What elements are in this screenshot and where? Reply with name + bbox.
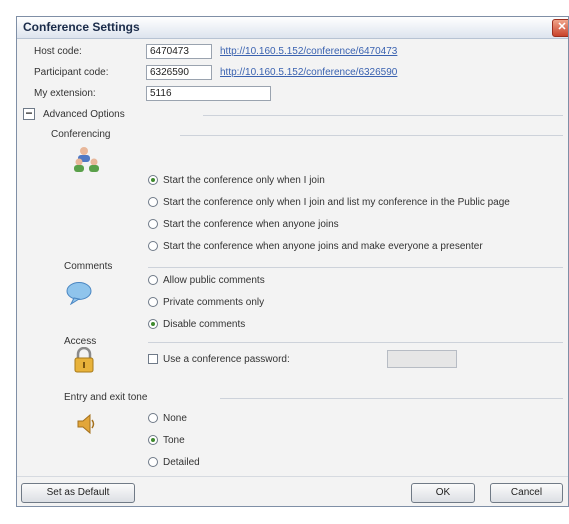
conferencing-heading: Conferencing — [51, 129, 111, 140]
close-icon: ✕ — [557, 21, 567, 33]
minus-icon: − — [25, 106, 33, 120]
comments-radio-2[interactable] — [148, 319, 158, 329]
conferencing-radio-2[interactable] — [148, 219, 158, 229]
conferencing-separator — [180, 135, 563, 136]
comments-separator — [148, 267, 563, 268]
extension-field[interactable]: 5116 — [146, 86, 271, 101]
participant-code-link[interactable]: http://10.160.5.152/conference/6326590 — [220, 67, 397, 78]
conferencing-radio-0[interactable] — [148, 175, 158, 185]
participant-code-label: Participant code: — [34, 67, 109, 78]
password-field[interactable] — [387, 350, 457, 368]
host-code-link[interactable]: http://10.160.5.152/conference/6470473 — [220, 46, 397, 57]
tone-radio-1[interactable] — [148, 435, 158, 445]
host-code-field[interactable]: 6470473 — [146, 44, 212, 59]
cancel-button[interactable]: Cancel — [490, 483, 563, 503]
tone-radio-0[interactable] — [148, 413, 158, 423]
footer-separator — [17, 476, 568, 477]
comments-option-label: Allow public comments — [163, 275, 265, 286]
title-bar: Conference Settings ✕ — [17, 17, 568, 39]
conferencing-option-label: Start the conference when anyone joins — [163, 219, 339, 230]
comments-radio-1[interactable] — [148, 297, 158, 307]
password-checkbox-label: Use a conference password: — [163, 354, 290, 365]
speaker-icon — [77, 413, 95, 435]
close-button[interactable]: ✕ — [552, 19, 568, 37]
conferencing-option-label: Start the conference only when I join — [163, 175, 325, 186]
entry-exit-separator — [220, 398, 563, 399]
conferencing-option-label: Start the conference when anyone joins a… — [163, 241, 483, 252]
password-checkbox[interactable] — [148, 354, 158, 364]
tone-option-label: Tone — [163, 435, 185, 446]
entry-exit-heading: Entry and exit tone — [64, 392, 148, 403]
access-separator — [148, 342, 563, 343]
tone-radio-2[interactable] — [148, 457, 158, 467]
conferencing-radio-1[interactable] — [148, 197, 158, 207]
comments-radio-0[interactable] — [148, 275, 158, 285]
tone-option-label: None — [163, 413, 187, 424]
people-icon — [74, 147, 99, 172]
tone-option-label: Detailed — [163, 457, 200, 468]
set-as-default-button[interactable]: Set as Default — [21, 483, 135, 503]
dialog-title: Conference Settings — [23, 20, 140, 34]
comments-option-label: Disable comments — [163, 319, 246, 330]
participant-code-field[interactable]: 6326590 — [146, 65, 212, 80]
conference-settings-dialog: Conference Settings ✕ Host code: 6470473… — [16, 16, 569, 507]
conferencing-option-label: Start the conference only when I join an… — [163, 197, 510, 208]
comments-heading: Comments — [64, 261, 113, 272]
extension-label: My extension: — [34, 88, 96, 99]
padlock-icon — [74, 347, 94, 373]
collapse-toggle[interactable]: − — [23, 106, 35, 120]
conferencing-radio-3[interactable] — [148, 241, 158, 251]
access-heading: Access — [64, 336, 97, 347]
advanced-options-label: Advanced Options — [43, 109, 125, 120]
ok-button[interactable]: OK — [411, 483, 475, 503]
comments-option-label: Private comments only — [163, 297, 265, 308]
host-code-label: Host code: — [34, 46, 82, 57]
speech-bubble-icon — [66, 282, 92, 305]
advanced-separator — [203, 115, 563, 116]
